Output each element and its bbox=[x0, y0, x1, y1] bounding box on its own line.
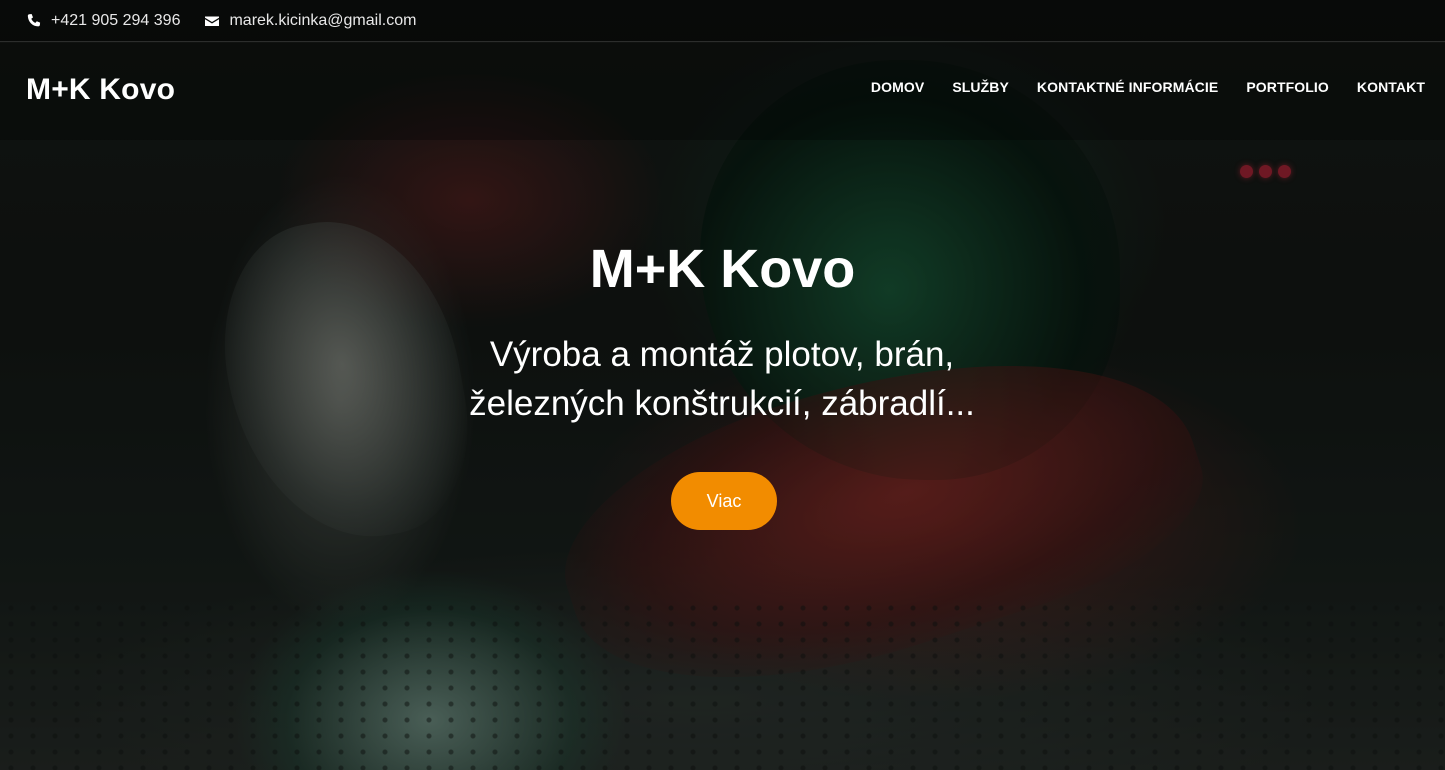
main-nav: DOMOV SLUŽBY KONTAKTNÉ INFORMÁCIE PORTFO… bbox=[843, 79, 1425, 95]
nav-item-kontakt[interactable]: KONTAKT bbox=[1357, 79, 1425, 95]
email-address: marek.kicinka@gmail.com bbox=[229, 11, 417, 29]
viac-button[interactable]: Viac bbox=[671, 472, 777, 530]
nav-item-sluzby[interactable]: SLUŽBY bbox=[952, 79, 1009, 95]
phone-icon bbox=[26, 13, 42, 29]
hero-subtitle: Výroba a montáž plotov, brán, železných … bbox=[469, 335, 975, 423]
envelope-icon bbox=[204, 13, 220, 29]
site-logo[interactable]: M+K Kovo bbox=[26, 73, 175, 107]
nav-item-kontaktne-informacie[interactable]: KONTAKTNÉ INFORMÁCIE bbox=[1037, 79, 1218, 95]
email-contact[interactable]: marek.kicinka@gmail.com bbox=[204, 12, 416, 30]
nav-item-domov[interactable]: DOMOV bbox=[871, 79, 924, 95]
nav-item-portfolio[interactable]: PORTFOLIO bbox=[1246, 79, 1329, 95]
hero-title: M+K Kovo bbox=[589, 239, 856, 299]
phone-number: +421 905 294 396 bbox=[51, 11, 181, 29]
page: +421 905 294 396 marek.kicinka@gmail.com… bbox=[0, 0, 1445, 770]
top-contact-bar: +421 905 294 396 marek.kicinka@gmail.com bbox=[0, 0, 1445, 42]
phone-contact[interactable]: +421 905 294 396 bbox=[26, 12, 180, 30]
site-header: M+K Kovo DOMOV SLUŽBY KONTAKTNÉ INFORMÁC… bbox=[0, 43, 1445, 140]
